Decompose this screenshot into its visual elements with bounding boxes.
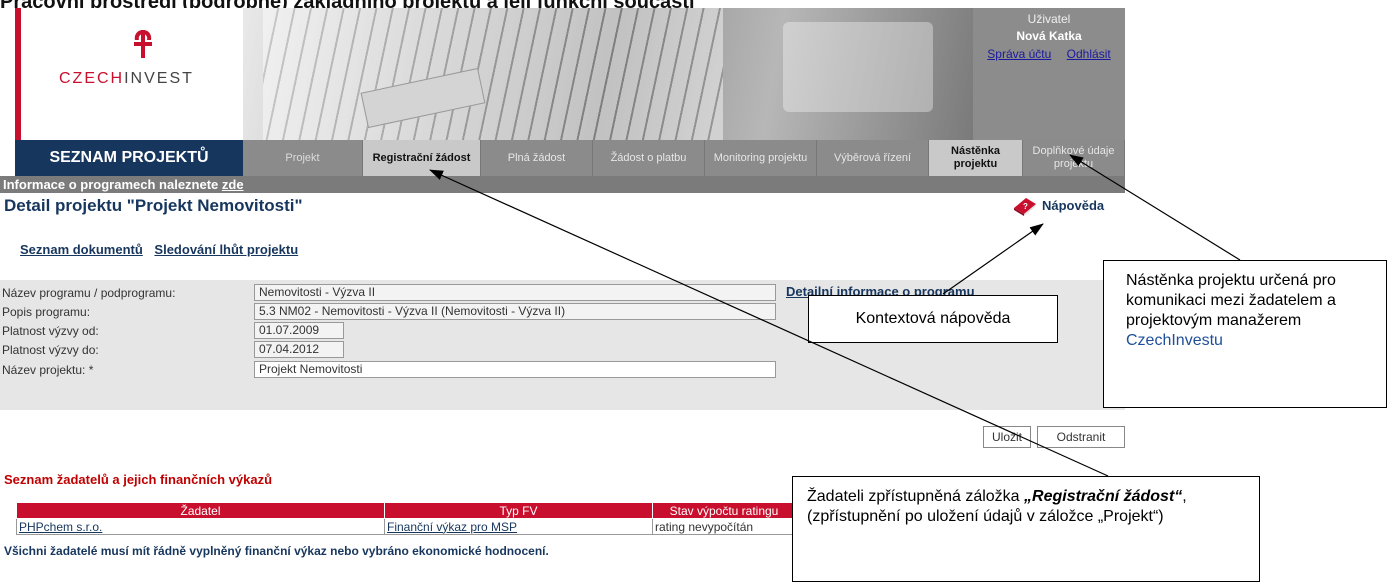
column-applicant: Žadatel — [16, 502, 385, 519]
app-header: CZECHINVEST Uživatel Nová Katka Správa ú… — [15, 8, 1125, 140]
applicants-section-title: Seznam žadatelů a jejich finančních výka… — [4, 472, 273, 487]
delete-button[interactable]: Odstranit — [1037, 426, 1125, 448]
callout-context-help-text: Kontextová nápověda — [855, 310, 1011, 327]
tab-payment-request[interactable]: Žádost o platbu — [593, 140, 705, 176]
callout-context-help: Kontextová nápověda — [808, 295, 1058, 343]
user-label: Uživatel — [1027, 12, 1071, 26]
czechinvest-logo[interactable]: CZECHINVEST — [15, 8, 243, 140]
tab-tenders[interactable]: Výběrová řízení — [817, 140, 929, 176]
applicants-note: Všichni žadatelé musí mít řádně vyplněný… — [4, 544, 549, 558]
column-rating-status: Stav výpočtu ratingu — [652, 502, 796, 519]
program-name-field: Nemovitosti - Výzva II — [254, 284, 776, 301]
account-settings-link[interactable]: Správa účtu — [987, 47, 1051, 61]
help-book-icon: ? — [1014, 198, 1036, 216]
table-row: PHPchem s.r.o. Finanční výkaz pro MSP ra… — [16, 518, 796, 535]
project-list-tab[interactable]: SEZNAM PROJEKTŮ — [15, 140, 243, 176]
callout-registration-tab: Žadateli zpřístupněná záložka „Registrač… — [792, 476, 1260, 582]
call-valid-to-label: Platnost výzvy do: — [2, 343, 99, 357]
callout-project-board: Nástěnka projektu určená pro komunikaci … — [1103, 260, 1387, 408]
logo-wordmark: CZECHINVEST — [59, 70, 194, 87]
svg-text:?: ? — [1023, 202, 1028, 211]
project-name-label: Název projektu: * — [2, 363, 94, 377]
help-label: Nápověda — [1042, 197, 1105, 213]
tab-project-monitoring[interactable]: Monitoring projektu — [705, 140, 817, 176]
call-valid-from-label: Platnost výzvy od: — [2, 324, 99, 338]
callout-registration-prefix: Žadateli zpřístupněná záložka — [807, 488, 1025, 505]
callout-registration-bold: Registrační žádost — [1032, 488, 1175, 505]
user-panel: Uživatel Nová Katka Správa účtu Odhlásit — [973, 8, 1125, 140]
tab-additional-project-data[interactable]: Doplňkové údaje projektu — [1023, 140, 1125, 176]
callout-project-board-text: Nástěnka projektu určená pro komunikaci … — [1126, 272, 1336, 329]
user-name: Nová Katka — [1016, 29, 1082, 43]
project-name-input[interactable]: Projekt Nemovitosti — [254, 361, 776, 378]
programs-info-text: Informace o programech naleznete — [3, 177, 222, 192]
program-description-label: Popis programu: — [2, 305, 91, 319]
rating-status-cell: rating nevypočítán — [652, 518, 796, 535]
document-list-link[interactable]: Seznam dokumentů — [20, 242, 143, 257]
tab-full-application[interactable]: Plná žádost — [481, 140, 593, 176]
applicant-link[interactable]: PHPchem s.r.o. — [19, 520, 102, 534]
program-description-field: 5.3 NM02 - Nemovitosti - Výzva II (Nemov… — [254, 303, 776, 320]
financial-statement-link[interactable]: Finanční výkaz pro MSP — [387, 520, 517, 534]
programs-info-bar: Informace o programech naleznete zde — [0, 176, 1125, 193]
header-keyboard-photo — [243, 8, 973, 140]
column-fv-type: Typ FV — [384, 502, 653, 519]
save-button[interactable]: Uložit — [983, 426, 1031, 448]
programs-info-link[interactable]: zde — [222, 177, 244, 192]
czechinvest-logo-icon — [134, 30, 152, 58]
call-valid-from-field: 01.07.2009 — [254, 322, 344, 339]
tab-project-board[interactable]: Nástěnka projektu — [929, 140, 1023, 176]
page-title: Detail projektu "Projekt Nemovitosti" — [4, 196, 303, 215]
tab-project[interactable]: Projekt — [243, 140, 363, 176]
callout-project-board-brand: CzechInvestu — [1126, 332, 1223, 349]
applicants-table: Žadatel Typ FV Stav výpočtu ratingu PHPc… — [16, 502, 796, 535]
main-navigation: SEZNAM PROJEKTŮ Projekt Registrační žádo… — [15, 140, 1125, 176]
tab-registration-application[interactable]: Registrační žádost — [363, 140, 481, 176]
call-valid-to-field: 07.04.2012 — [254, 341, 344, 358]
logout-link[interactable]: Odhlásit — [1067, 47, 1111, 61]
help-button[interactable]: ? Nápověda — [1012, 194, 1104, 216]
project-links: Seznam dokumentů Sledování lhůt projektu — [20, 242, 306, 257]
deadlines-link[interactable]: Sledování lhůt projektu — [154, 242, 298, 257]
program-name-label: Název programu / podprogramu: — [2, 286, 176, 300]
